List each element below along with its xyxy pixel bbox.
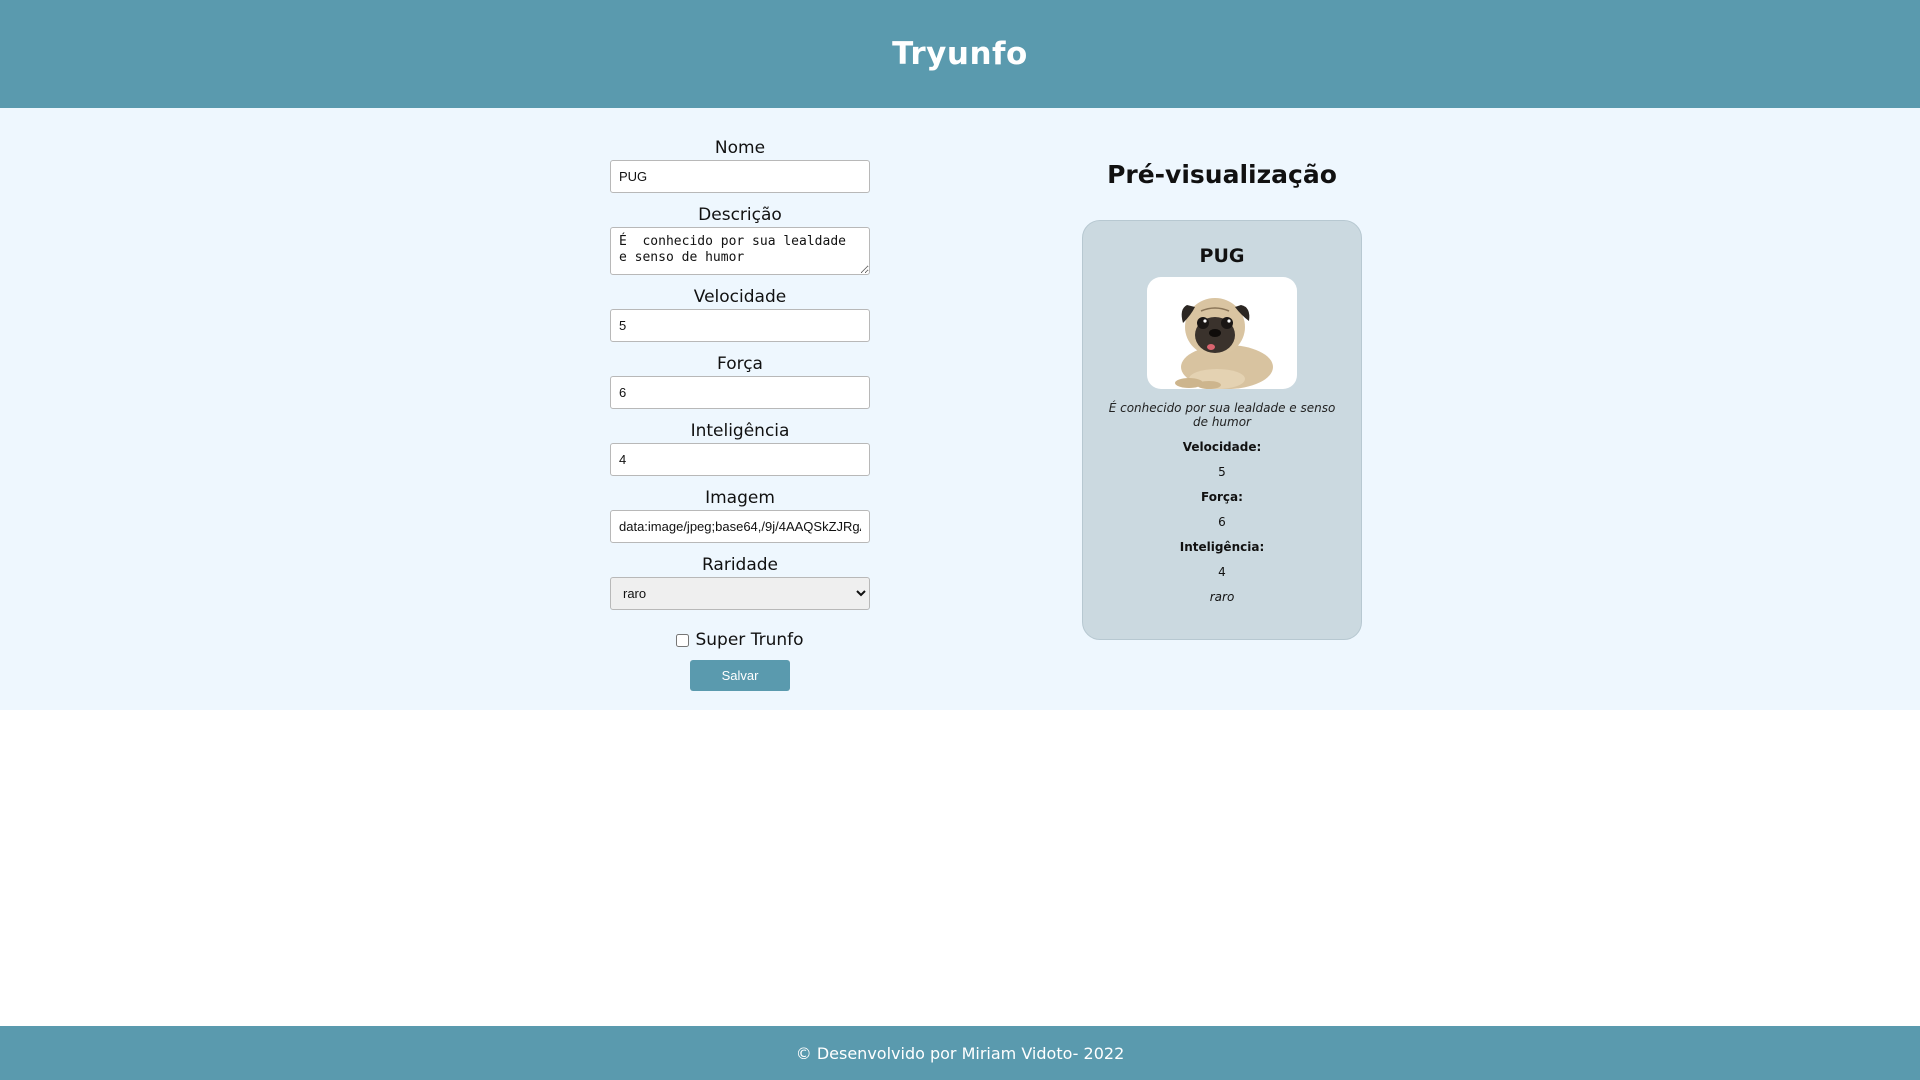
card-rarity: raro (1209, 590, 1235, 604)
name-label: Nome (714, 138, 766, 158)
app-title: Tryunfo (892, 36, 1028, 72)
card-intelligence-label: Inteligência: (1179, 540, 1265, 554)
speed-label: Velocidade (693, 287, 787, 307)
image-field-group: Imagem (610, 488, 870, 543)
main-content: Nome Descrição É conhecido por sua leald… (0, 108, 1920, 710)
card-speed-value: 5 (1218, 465, 1226, 479)
speed-field-group: Velocidade (610, 287, 870, 342)
card-image (1147, 277, 1297, 389)
description-field-group: Descrição É conhecido por sua lealdade e… (610, 205, 870, 275)
super-trunfo-row: Super Trunfo (676, 630, 804, 650)
card-intelligence-value: 4 (1218, 565, 1226, 579)
card-name: PUG (1199, 245, 1245, 267)
description-textarea[interactable]: É conhecido por sua lealdade e senso de … (610, 227, 870, 275)
super-trunfo-label: Super Trunfo (695, 630, 804, 650)
image-label: Imagem (705, 488, 775, 508)
speed-input[interactable] (610, 309, 870, 342)
footer-text: © Desenvolvido por Miriam Vidoto- 2022 (795, 1043, 1125, 1063)
description-label: Descrição (698, 205, 782, 225)
card-speed-label: Velocidade: (1182, 440, 1262, 454)
name-field-group: Nome (610, 138, 870, 193)
card-description: É conhecido por sua lealdade e senso de … (1108, 401, 1336, 429)
preview-title: Pré-visualização (1107, 160, 1337, 189)
intelligence-field-group: Inteligência (610, 421, 870, 476)
strength-label: Força (717, 354, 763, 374)
app-header: Tryunfo (0, 0, 1920, 108)
card-strength-value: 6 (1218, 515, 1226, 529)
image-url-input[interactable] (610, 510, 870, 543)
card-strength-label: Força: (1201, 490, 1243, 504)
intelligence-input[interactable] (610, 443, 870, 476)
rarity-field-group: Raridade raro (610, 555, 870, 610)
pug-dog-image (1175, 298, 1273, 389)
super-trunfo-checkbox[interactable] (676, 633, 690, 647)
intelligence-label: Inteligência (690, 421, 790, 441)
card-form: Nome Descrição É conhecido por sua leald… (610, 138, 870, 691)
name-input[interactable] (610, 160, 870, 193)
app-footer: © Desenvolvido por Miriam Vidoto- 2022 (0, 1026, 1920, 1080)
strength-field-group: Força (610, 354, 870, 409)
card-preview: PUG É conhecido por sua lealdade e senso… (1082, 220, 1362, 640)
save-button[interactable]: Salvar (690, 660, 790, 691)
rarity-select[interactable]: raro (610, 577, 870, 610)
rarity-label: Raridade (701, 555, 779, 575)
strength-input[interactable] (610, 376, 870, 409)
